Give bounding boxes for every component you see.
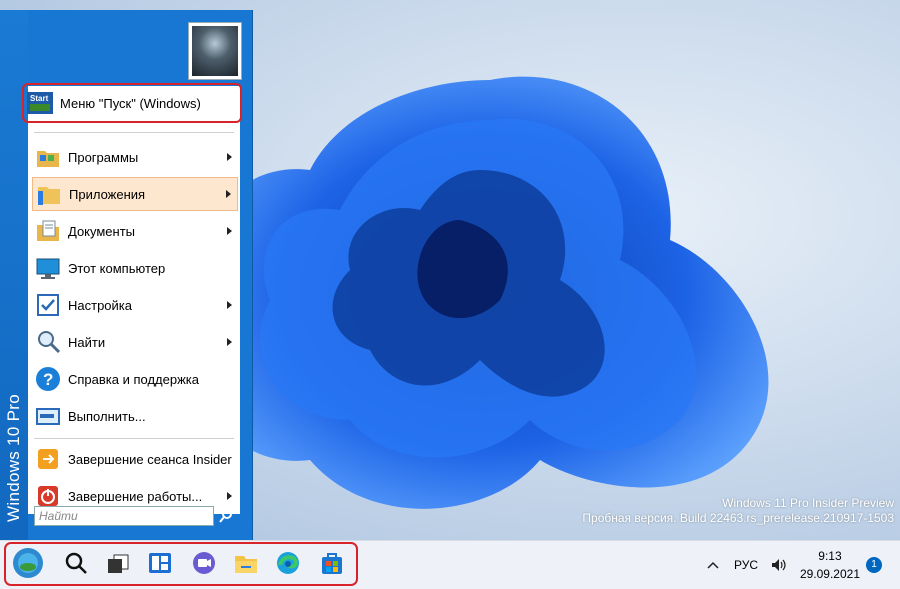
menu-item-label: Справка и поддержка — [68, 371, 199, 387]
submenu-arrow-icon — [227, 227, 232, 235]
menu-item-sign-out[interactable]: Завершение сеанса Insider — [32, 442, 238, 476]
submenu-arrow-icon — [227, 492, 232, 500]
menu-item-label: Настройка — [68, 297, 132, 313]
programs-folder-icon — [34, 143, 62, 171]
search-icon — [34, 328, 62, 356]
menu-item-label: Найти — [68, 334, 106, 350]
menu-item-label: Завершение сеанса Insider — [68, 451, 232, 467]
start-search-input[interactable]: Найти — [34, 506, 214, 526]
documents-icon — [34, 217, 62, 245]
help-icon: ? — [34, 365, 62, 393]
menu-item-find[interactable]: Найти — [32, 325, 238, 359]
menu-item-label: Документы — [68, 223, 136, 239]
menu-item-label: Приложения — [69, 186, 146, 202]
start-menu-icon: Start — [26, 89, 54, 117]
computer-icon — [34, 254, 62, 282]
tray-overflow-icon[interactable] — [706, 541, 720, 589]
logoff-icon — [34, 445, 62, 473]
svg-text:Start: Start — [30, 94, 49, 103]
menu-item-windows-start[interactable]: Start Меню "Пуск" (Windows) — [22, 83, 242, 123]
clock[interactable]: 9:13 29.09.2021 — [800, 547, 860, 583]
menu-item-settings[interactable]: Настройка — [32, 288, 238, 322]
run-icon — [34, 402, 62, 430]
menu-item-this-pc[interactable]: Этот компьютер — [32, 251, 238, 285]
menu-item-label: Завершение работы... — [68, 488, 203, 504]
svg-text:?: ? — [43, 370, 53, 389]
menu-item-label: Программы — [68, 149, 139, 165]
search-button-icon[interactable] — [218, 508, 234, 524]
notification-badge[interactable]: 1 — [866, 557, 882, 573]
menu-item-label: Меню "Пуск" (Windows) — [60, 95, 201, 111]
taskbar-pinned-group — [4, 542, 358, 586]
start-menu-items: Start Меню "Пуск" (Windows) Программы Пр… — [22, 83, 242, 514]
settings-icon — [34, 291, 62, 319]
clock-time: 9:13 — [818, 549, 842, 563]
menu-item-help[interactable]: ? Справка и поддержка — [32, 362, 238, 396]
menu-item-run[interactable]: Выполнить... — [32, 399, 238, 433]
submenu-arrow-icon — [227, 153, 232, 161]
language-indicator[interactable]: РУС — [734, 541, 758, 589]
menu-item-label: Выполнить... — [68, 408, 146, 424]
start-button-icon[interactable] — [12, 547, 44, 579]
chat-icon[interactable] — [190, 549, 218, 577]
store-icon[interactable] — [318, 549, 346, 577]
taskbar: РУС 9:13 29.09.2021 1 — [0, 540, 900, 589]
separator — [34, 438, 234, 439]
file-explorer-icon[interactable] — [232, 549, 260, 577]
apps-folder-icon — [35, 180, 63, 208]
menu-item-apps[interactable]: Приложения — [32, 177, 238, 211]
menu-item-programs[interactable]: Программы — [32, 140, 238, 174]
menu-item-documents[interactable]: Документы — [32, 214, 238, 248]
edge-icon[interactable] — [274, 549, 302, 577]
clock-date: 29.09.2021 — [799, 567, 860, 581]
search-icon[interactable] — [62, 549, 90, 577]
start-menu: Windows 10 Pro Start Меню "Пуск" (Window… — [0, 10, 253, 540]
watermark-edition: Windows 11 Pro Insider Preview — [722, 496, 894, 510]
windows-watermark: Windows 11 Pro Insider Preview Пробная в… — [582, 496, 894, 526]
volume-icon[interactable] — [770, 541, 788, 589]
watermark-build: Пробная версия. Build 22463.rs_prereleas… — [582, 511, 894, 525]
widgets-icon[interactable] — [146, 549, 174, 577]
task-view-icon[interactable] — [104, 549, 132, 577]
avatar-image — [192, 26, 238, 76]
submenu-arrow-icon — [226, 190, 231, 198]
submenu-arrow-icon — [227, 338, 232, 346]
separator — [34, 132, 234, 133]
user-avatar[interactable] — [188, 22, 242, 80]
side-banner-text: Windows 10 Pro — [4, 394, 23, 522]
menu-item-label: Этот компьютер — [68, 260, 166, 276]
wallpaper-bloom — [201, 76, 769, 509]
submenu-arrow-icon — [227, 301, 232, 309]
